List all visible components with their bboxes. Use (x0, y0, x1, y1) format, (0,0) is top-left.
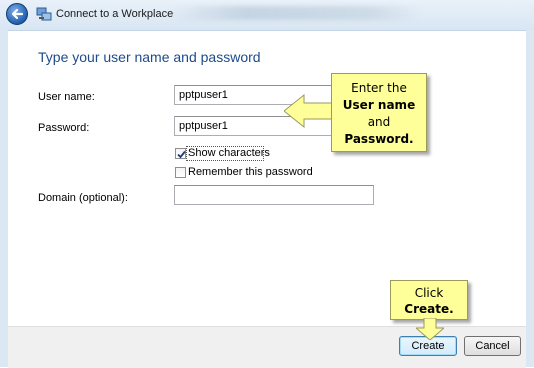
callout-arrow-left (284, 93, 334, 129)
callout-text: and (367, 115, 391, 129)
remember-password-checkbox[interactable] (175, 167, 186, 178)
callout-text: User name (342, 98, 416, 112)
callout-text: Click (414, 286, 444, 300)
domain-label: Domain (optional): (38, 192, 128, 204)
network-workplace-icon (36, 7, 52, 21)
enter-credentials-callout: Enter the User name and Password. (331, 73, 427, 152)
page-heading: Type your user name and password (38, 49, 261, 65)
window-frame-left (0, 30, 8, 367)
title-bar: Connect to a Workplace (0, 0, 534, 30)
password-label: Password: (38, 122, 90, 134)
callout-arrow-down (416, 318, 444, 340)
username-label: User name: (38, 91, 95, 103)
window-frame-right (526, 30, 534, 367)
show-characters-checkbox[interactable] (175, 148, 186, 159)
cancel-button[interactable]: Cancel (464, 336, 521, 356)
callout-text: Create. (404, 302, 454, 316)
show-characters-label[interactable]: Show characters (188, 147, 270, 159)
blurred-title-text (170, 6, 420, 20)
click-create-callout: Click Create. (390, 280, 468, 320)
window-title: Connect to a Workplace (56, 8, 174, 20)
callout-text: Enter the (351, 81, 407, 95)
remember-password-label[interactable]: Remember this password (188, 166, 313, 178)
callout-text: Password. (344, 132, 414, 146)
domain-field[interactable] (174, 185, 374, 205)
back-button[interactable] (6, 3, 28, 25)
back-arrow-icon (11, 8, 24, 20)
